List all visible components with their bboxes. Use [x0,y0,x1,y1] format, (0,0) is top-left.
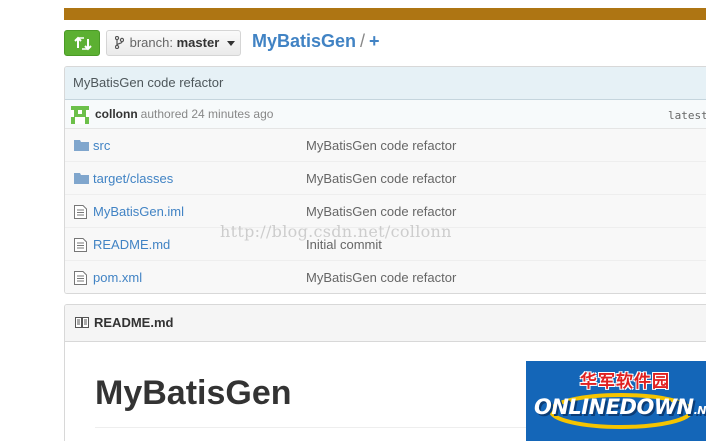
commit-meta: collonn authored 24 minutes ago latest [65,100,706,129]
readme-header: README.md [65,305,706,342]
file-listing: MyBatisGen code refactor collonn authored… [64,66,706,294]
file-name-link[interactable]: MyBatisGen.iml [93,195,184,228]
file-row[interactable]: pom.xml MyBatisGen code refactor [65,261,706,293]
file-commit-message[interactable]: MyBatisGen code refactor [306,162,456,195]
header-accent-stripe [64,8,706,20]
folder-icon [74,173,89,184]
file-icon [74,205,87,219]
compare-arrows-icon [74,36,92,51]
logo-english-text: ONLINEDOWN.NET [534,395,706,419]
file-name-link[interactable]: target/classes [93,162,173,195]
branch-selector-button[interactable]: branch: master [106,30,241,56]
file-row[interactable]: src MyBatisGen code refactor [65,129,706,162]
book-icon [75,317,89,328]
latest-commit-message[interactable]: MyBatisGen code refactor [65,67,706,100]
latest-commit-label[interactable]: latest [668,102,706,130]
file-commit-message[interactable]: MyBatisGen code refactor [306,195,456,228]
commit-time: authored 24 minutes ago [140,107,274,121]
chevron-down-icon [226,41,235,47]
file-row[interactable]: MyBatisGen.iml MyBatisGen code refactor [65,195,706,228]
readme-filename: README.md [94,315,174,330]
file-icon [74,238,87,252]
file-name-link[interactable]: src [93,129,110,162]
repo-name-link[interactable]: MyBatisGen [252,31,356,51]
file-row[interactable]: target/classes MyBatisGen code refactor [65,162,706,195]
git-branch-icon [114,35,125,50]
path-separator: / [360,31,366,51]
avatar[interactable] [71,106,89,124]
file-icon [74,271,87,285]
branch-name: master [176,35,220,50]
logo-chinese-text: 华军软件园 [580,372,670,392]
top-header-bar [64,0,706,20]
file-commit-message[interactable]: Initial commit [306,228,382,261]
branch-label: branch: [129,35,173,50]
file-row[interactable]: README.md Initial commit [65,228,706,261]
folder-icon [74,140,89,151]
file-commit-message[interactable]: MyBatisGen code refactor [306,261,456,293]
breadcrumb: MyBatisGen / + [252,31,380,52]
commit-author-link[interactable]: collonn [95,107,138,121]
file-commit-message[interactable]: MyBatisGen code refactor [306,129,456,162]
file-name-link[interactable]: pom.xml [93,261,142,293]
add-file-button[interactable]: + [369,31,380,51]
compare-button[interactable] [64,30,100,56]
file-name-link[interactable]: README.md [93,228,170,261]
onlinedown-logo: 华军软件园 ONLINEDOWN.NET [526,361,706,441]
readme-heading: MyBatisGen [95,374,292,412]
